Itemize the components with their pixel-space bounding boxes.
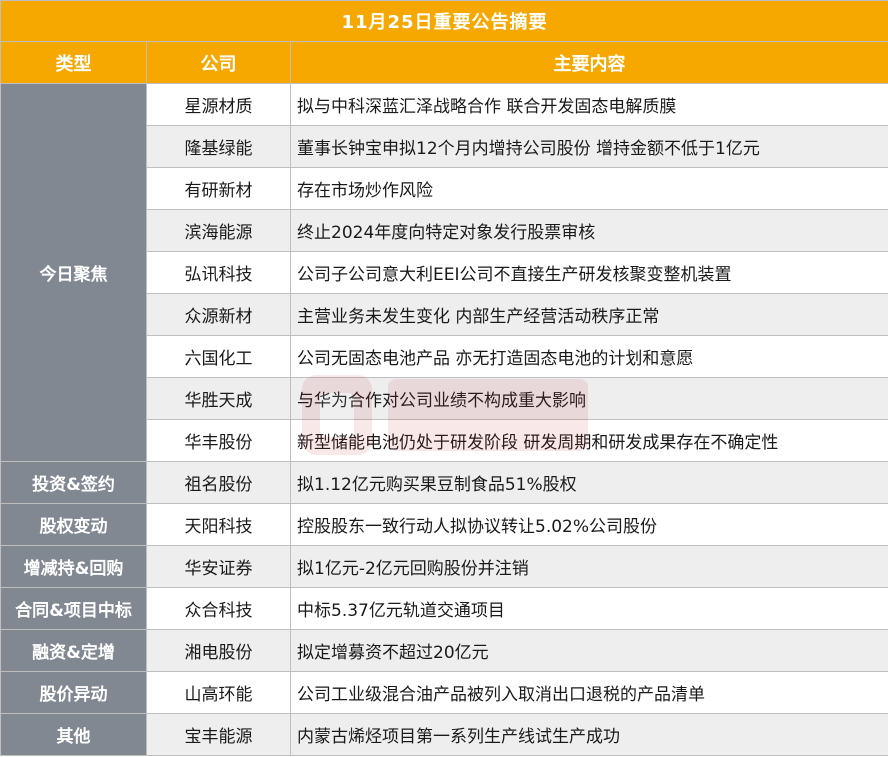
company-cell: 众源新材 — [146, 293, 291, 336]
header-company: 公司 — [146, 41, 291, 84]
company-cell: 星源材质 — [146, 83, 291, 126]
table-row: 融资&定增 湘电股份 拟定增募资不超过20亿元 — [0, 629, 888, 672]
content-cell: 内蒙古烯烃项目第一系列生产线试生产成功 — [289, 713, 888, 756]
title-row: 11月25日重要公告摘要 — [0, 0, 888, 42]
company-cell: 六国化工 — [146, 335, 291, 378]
announcement-summary-sheet: 11月25日重要公告摘要 类型 公司 主要内容 今日聚焦 星源材质 拟与中科深蓝汇泽… — [0, 0, 888, 757]
content-cell: 拟1亿元-2亿元回购股份并注销 — [289, 545, 888, 588]
header-content: 主要内容 — [289, 41, 888, 84]
table-row: 其他 宝丰能源 内蒙古烯烃项目第一系列生产线试生产成功 — [0, 713, 888, 756]
company-cell: 弘讯科技 — [146, 251, 291, 294]
table-row: 股价异动 山高环能 公司工业级混合油产品被列入取消出口退税的产品清单 — [0, 671, 888, 714]
table-row: 股权变动 天阳科技 控股股东一致行动人拟协议转让5.02%公司股份 — [0, 503, 888, 546]
header-row: 类型 公司 主要内容 — [0, 41, 888, 84]
category-cell: 增减持&回购 — [0, 545, 147, 588]
content-cell: 董事长钟宝申拟12个月内增持公司股份 增持金额不低于1亿元 — [289, 125, 888, 168]
content-cell: 拟定增募资不超过20亿元 — [289, 629, 888, 672]
company-cell: 宝丰能源 — [146, 713, 291, 756]
content-cell: 新型储能电池仍处于研发阶段 研发周期和研发成果存在不确定性 — [289, 419, 888, 462]
category-cell: 今日聚焦 — [0, 83, 147, 462]
company-cell: 滨海能源 — [146, 209, 291, 252]
content-cell: 拟1.12亿元购买果豆制食品51%股权 — [289, 461, 888, 504]
announcement-table: 11月25日重要公告摘要 类型 公司 主要内容 今日聚焦 星源材质 拟与中科深蓝汇泽… — [0, 0, 888, 756]
content-cell: 主营业务未发生变化 内部生产经营活动秩序正常 — [289, 293, 888, 336]
category-cell: 合同&项目中标 — [0, 587, 147, 630]
content-cell: 中标5.37亿元轨道交通项目 — [289, 587, 888, 630]
company-cell: 隆基绿能 — [146, 125, 291, 168]
category-cell: 其他 — [0, 713, 147, 756]
content-cell: 终止2024年度向特定对象发行股票审核 — [289, 209, 888, 252]
category-cell: 股权变动 — [0, 503, 147, 546]
table-row: 投资&签约 祖名股份 拟1.12亿元购买果豆制食品51%股权 — [0, 461, 888, 504]
table-row: 今日聚焦 星源材质 拟与中科深蓝汇泽战略合作 联合开发固态电解质膜 — [0, 83, 888, 462]
content-cell: 公司工业级混合油产品被列入取消出口退税的产品清单 — [289, 671, 888, 714]
category-cell: 股价异动 — [0, 671, 147, 714]
content-cell: 公司无固态电池产品 亦无打造固态电池的计划和意愿 — [289, 335, 888, 378]
category-cell: 投资&签约 — [0, 461, 147, 504]
company-cell: 山高环能 — [146, 671, 291, 714]
company-cell: 祖名股份 — [146, 461, 291, 504]
category-cell: 融资&定增 — [0, 629, 147, 672]
table-row: 增减持&回购 华安证券 拟1亿元-2亿元回购股份并注销 — [0, 545, 888, 588]
table-title: 11月25日重要公告摘要 — [0, 0, 888, 42]
company-cell: 华丰股份 — [146, 419, 291, 462]
content-cell: 存在市场炒作风险 — [289, 167, 888, 210]
company-cell: 华胜天成 — [146, 377, 291, 420]
company-cell: 华安证券 — [146, 545, 291, 588]
table-row: 合同&项目中标 众合科技 中标5.37亿元轨道交通项目 — [0, 587, 888, 630]
content-cell: 控股股东一致行动人拟协议转让5.02%公司股份 — [289, 503, 888, 546]
company-cell: 天阳科技 — [146, 503, 291, 546]
header-type: 类型 — [0, 41, 147, 84]
content-cell: 与华为合作对公司业绩不构成重大影响 — [289, 377, 888, 420]
company-cell: 湘电股份 — [146, 629, 291, 672]
company-cell: 有研新材 — [146, 167, 291, 210]
content-cell: 公司子公司意大利EEI公司不直接生产研发核聚变整机装置 — [289, 251, 888, 294]
company-cell: 众合科技 — [146, 587, 291, 630]
content-cell: 拟与中科深蓝汇泽战略合作 联合开发固态电解质膜 — [289, 83, 888, 126]
